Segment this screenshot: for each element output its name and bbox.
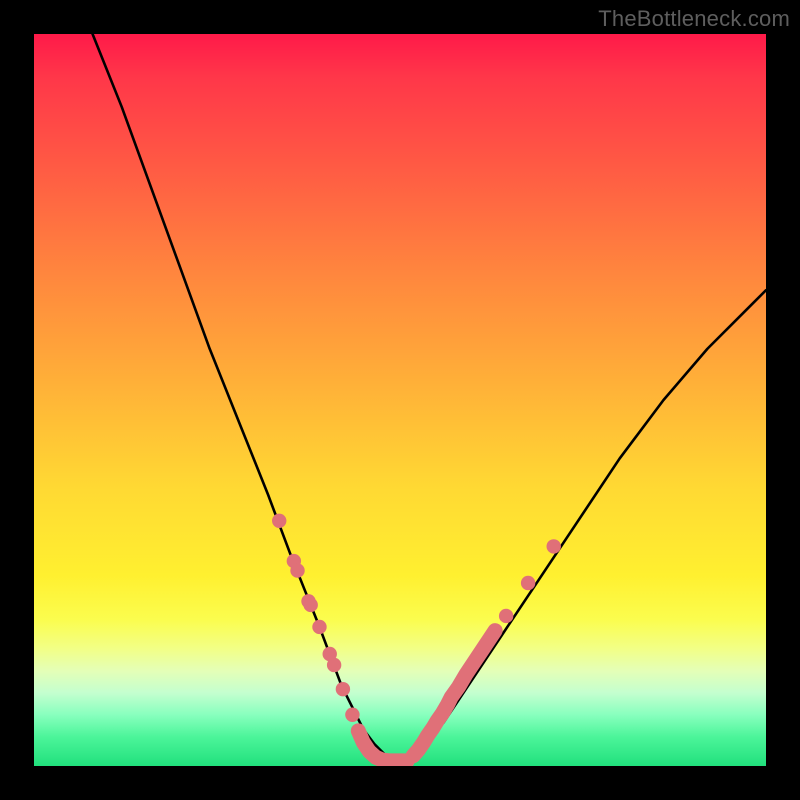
curve-line xyxy=(93,34,766,761)
curve-markers xyxy=(272,514,561,761)
chart-frame: TheBottleneck.com xyxy=(0,0,800,800)
plot-area xyxy=(34,34,766,766)
chart-svg xyxy=(34,34,766,766)
watermark-text: TheBottleneck.com xyxy=(598,6,790,32)
